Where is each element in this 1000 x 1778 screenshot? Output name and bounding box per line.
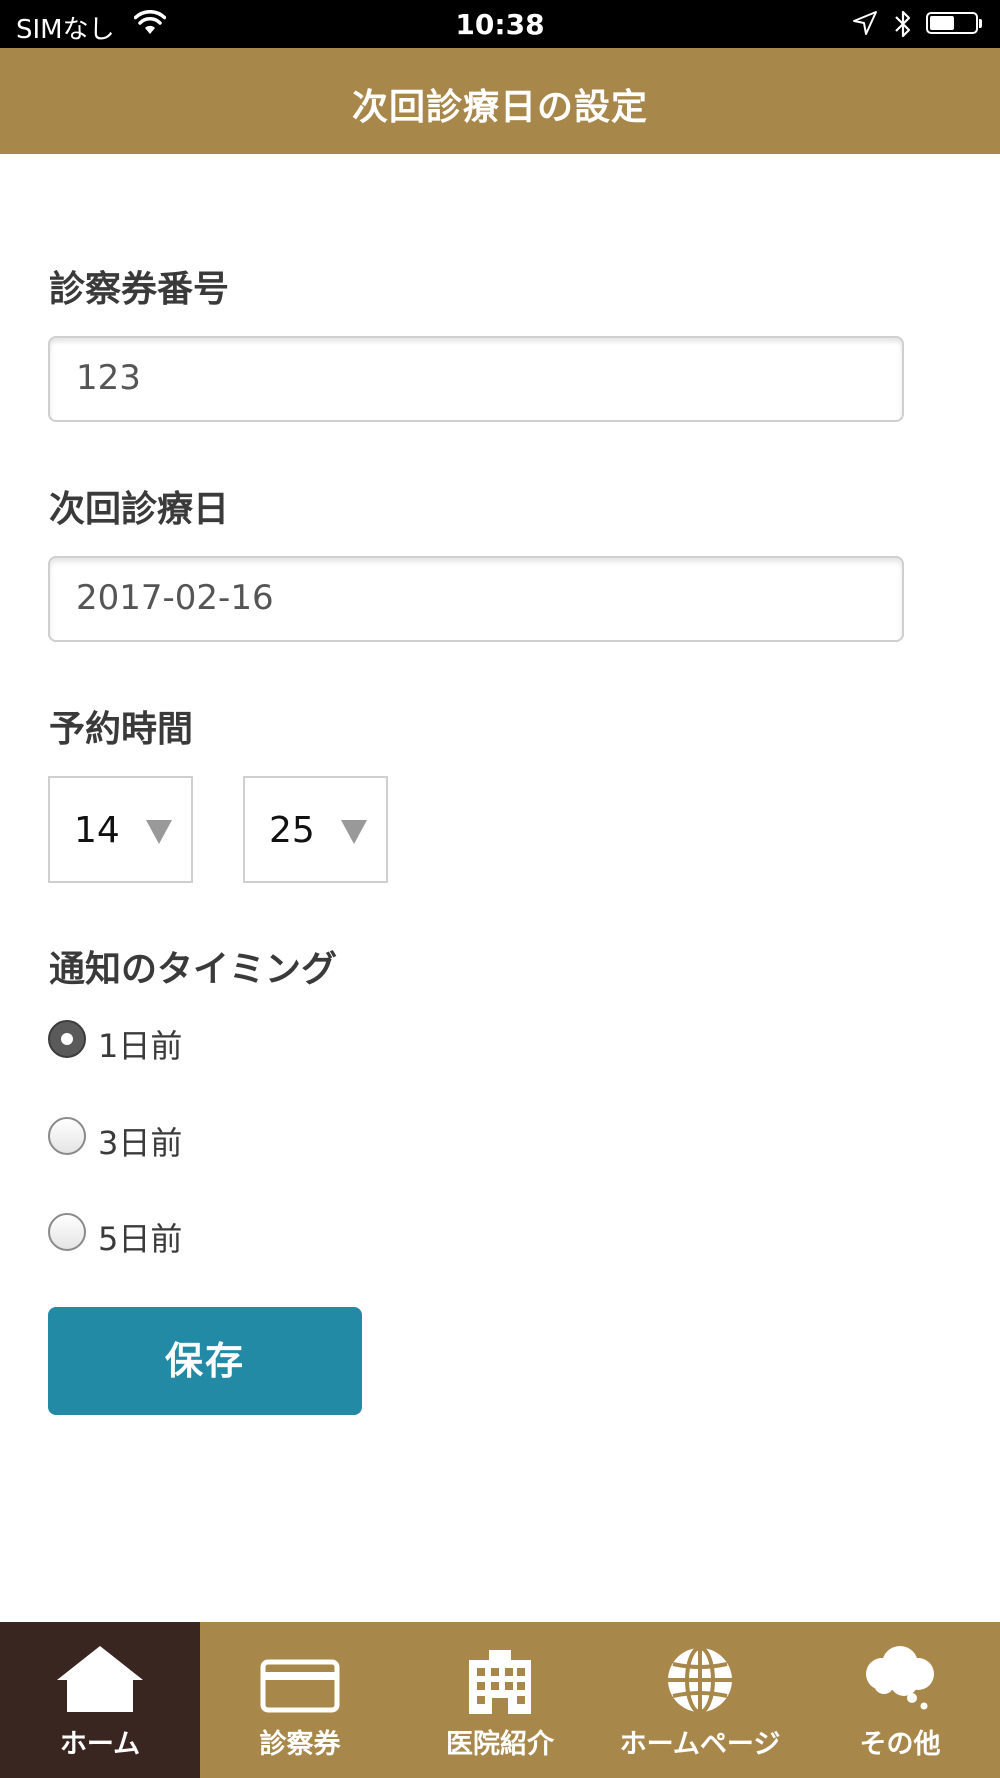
tab-homepage[interactable]: ホームページ: [600, 1622, 800, 1778]
minute-value: 25: [269, 810, 315, 851]
hour-select[interactable]: 14: [48, 776, 193, 883]
reservation-time-label: 予約時間: [49, 709, 194, 750]
minute-select[interactable]: 25: [243, 776, 388, 883]
status-time: 10:38: [455, 8, 545, 41]
cloud-icon: [866, 1646, 934, 1710]
tab-label: その他: [859, 1729, 941, 1760]
tab-label: ホームページ: [619, 1729, 781, 1760]
dropdown-arrow-icon: [341, 820, 367, 848]
hour-value: 14: [74, 810, 120, 851]
building-icon: [469, 1650, 531, 1714]
battery-icon: [926, 12, 982, 36]
page-title: 次回診療日の設定: [351, 87, 648, 128]
radio-label: 5日前: [98, 1220, 183, 1258]
dropdown-arrow-icon: [146, 820, 172, 848]
card-number-input[interactable]: 123: [48, 336, 904, 422]
save-button[interactable]: 保存: [48, 1307, 362, 1415]
tab-label: 医院紹介: [446, 1729, 554, 1760]
tab-label: ホーム: [59, 1729, 141, 1760]
card-icon: [260, 1659, 340, 1713]
tab-clinic[interactable]: 医院紹介: [400, 1622, 600, 1778]
globe-icon: [668, 1646, 732, 1714]
radio-label: 3日前: [98, 1124, 183, 1162]
bluetooth-icon: [892, 9, 914, 43]
radio-button[interactable]: [48, 1117, 86, 1155]
tab-label: 診察券: [259, 1729, 341, 1760]
card-number-label: 診察券番号: [49, 269, 230, 310]
tab-home[interactable]: ホーム: [0, 1622, 200, 1778]
next-visit-label: 次回診療日: [49, 489, 230, 530]
radio-button[interactable]: [48, 1213, 86, 1251]
navigation-bar: 次回診療日の設定: [0, 48, 1000, 154]
notification-timing-label: 通知のタイミング: [49, 949, 338, 990]
location-arrow-icon: [852, 10, 878, 40]
radio-button[interactable]: [48, 1020, 86, 1058]
home-icon: [57, 1646, 143, 1712]
tab-bar: ホーム 診察券 医院紹介 ホームページ その他: [0, 1622, 1000, 1778]
radio-label: 1日前: [98, 1027, 183, 1065]
next-visit-date-input[interactable]: 2017-02-16: [48, 556, 904, 642]
tab-card[interactable]: 診察券: [200, 1622, 400, 1778]
status-bar: SIMなし 10:38: [0, 0, 1000, 48]
tab-other[interactable]: その他: [800, 1622, 1000, 1778]
